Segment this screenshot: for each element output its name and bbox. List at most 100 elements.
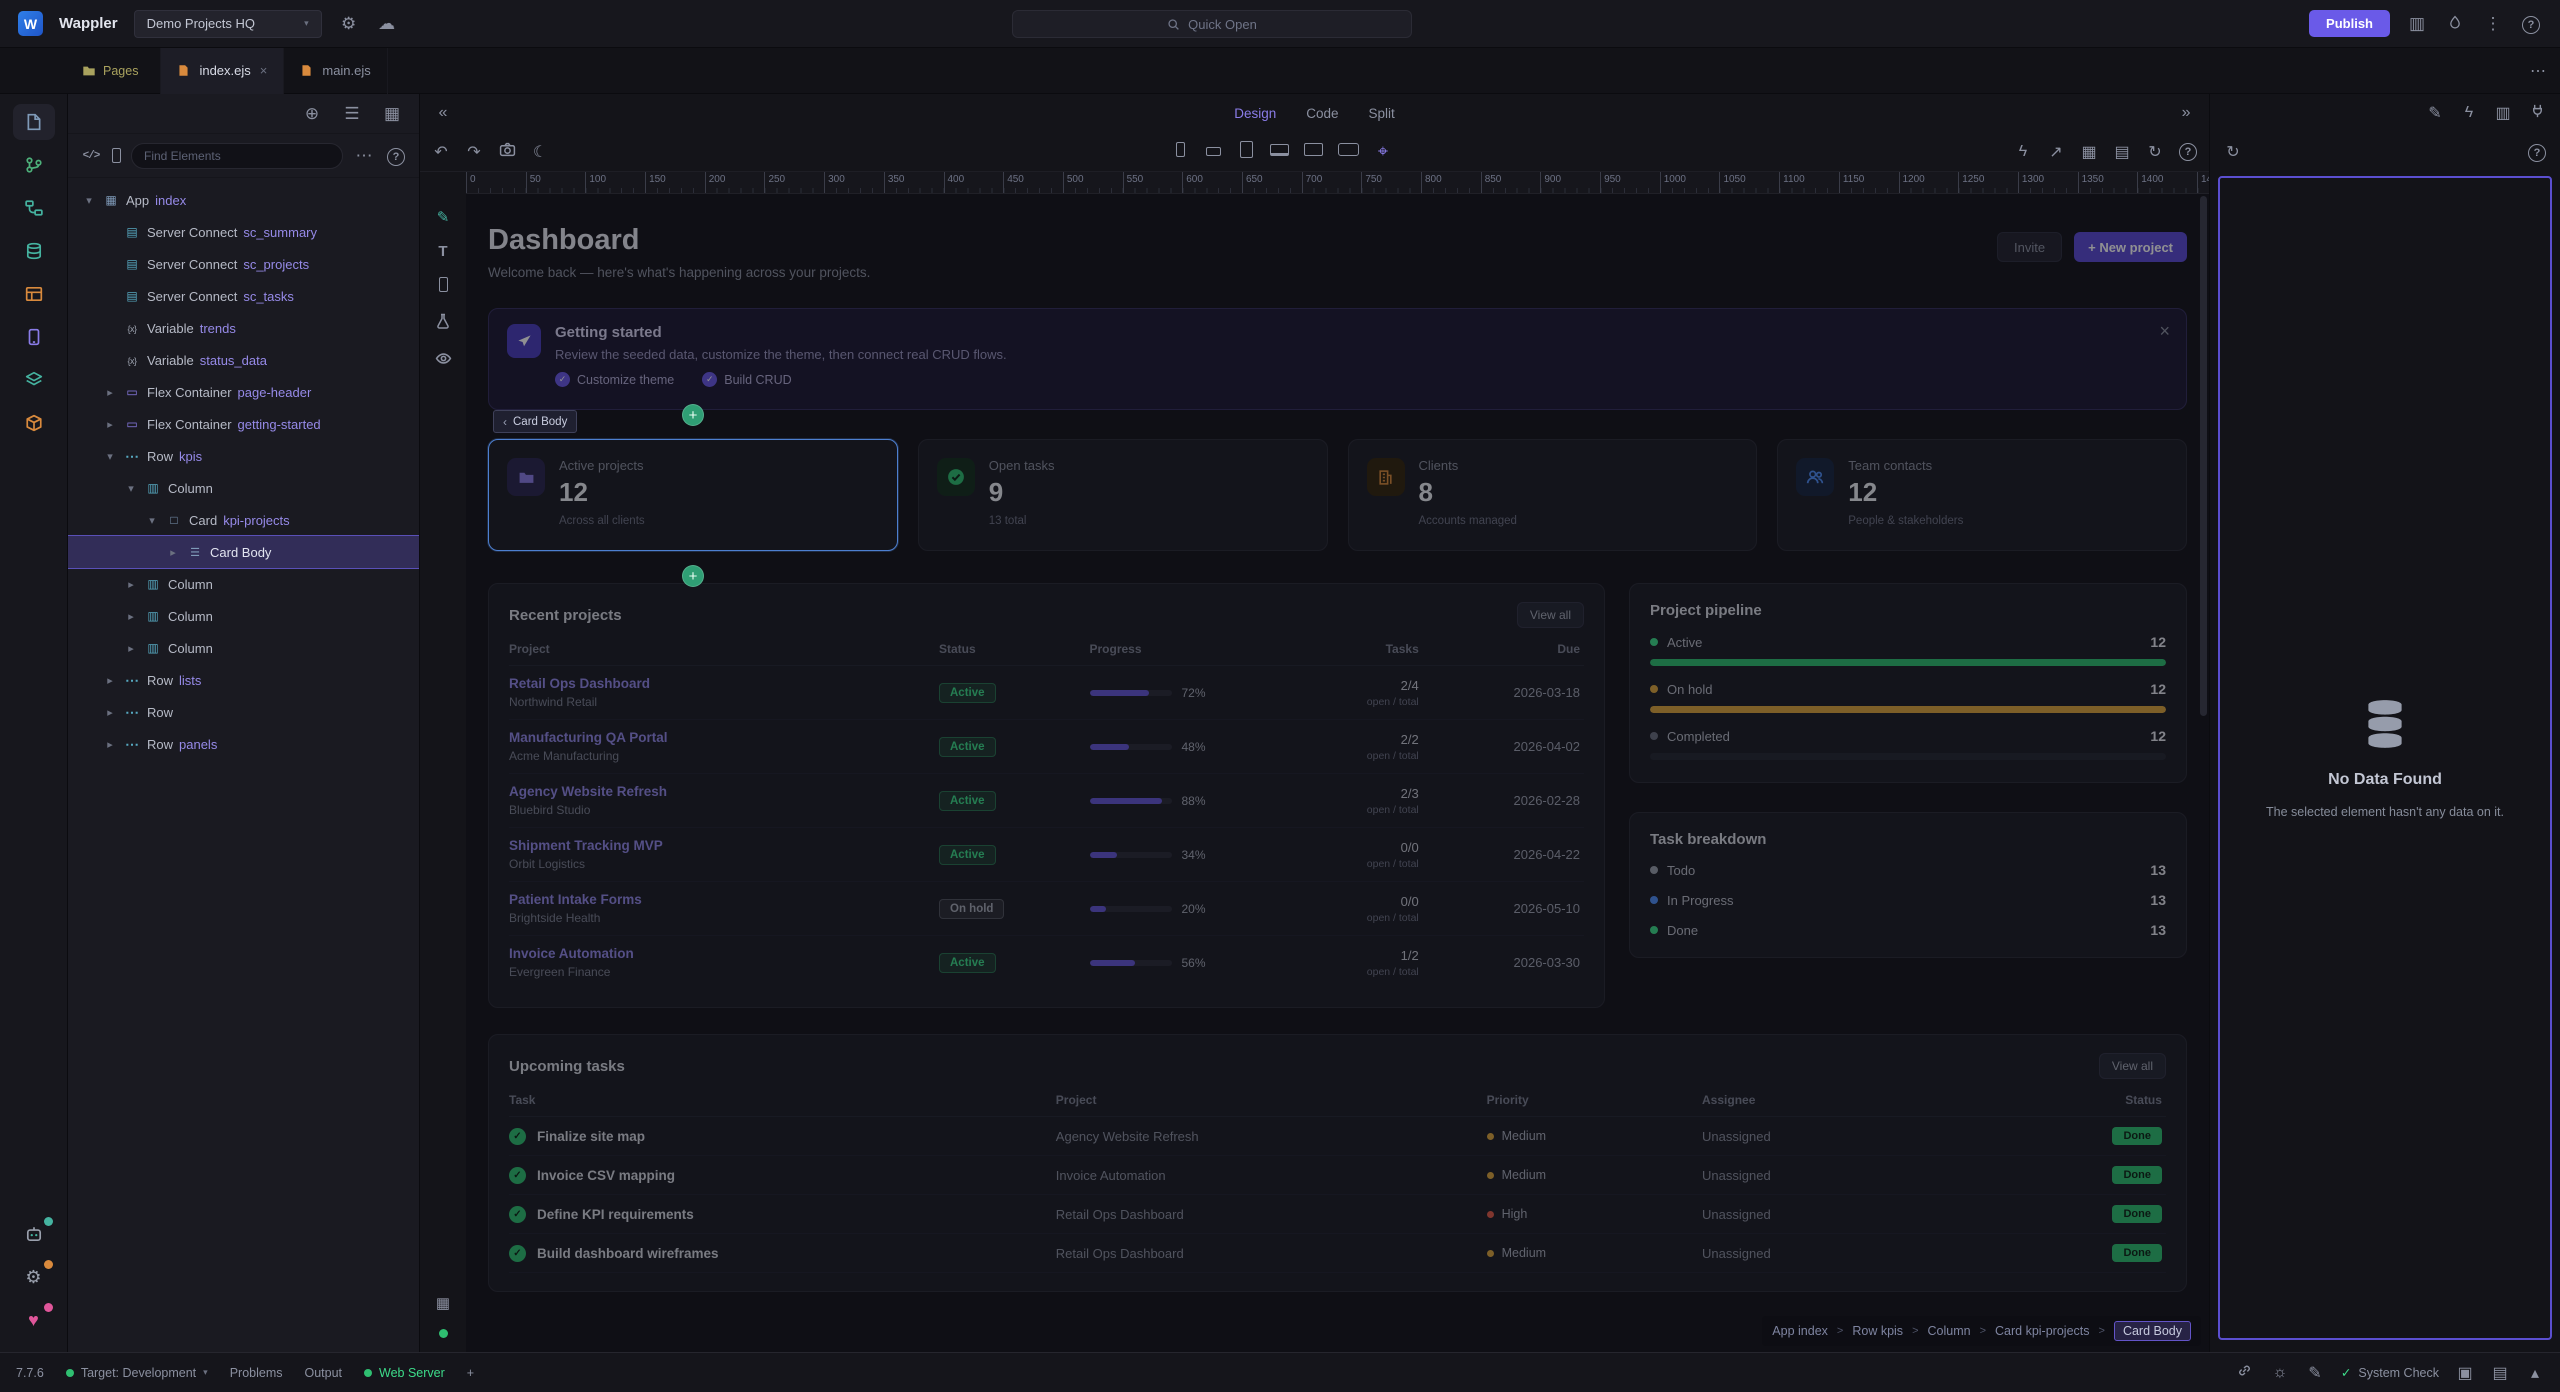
settings-icon[interactable]: ⚙	[338, 14, 360, 34]
docs-icon[interactable]: ▤	[2113, 142, 2131, 162]
edit-pencil-icon[interactable]: ✎	[437, 208, 450, 226]
help-icon[interactable]: ?	[2520, 13, 2542, 34]
plug-icon[interactable]	[2528, 103, 2546, 123]
table-row[interactable]: Shipment Tracking MVPOrbit Logistics Act…	[509, 828, 1584, 882]
kpi-card-team-contacts[interactable]: Team contacts 12 People & stakeholders	[1777, 439, 2187, 551]
tree-item-column[interactable]: ▸Column	[68, 600, 419, 632]
table-row[interactable]: Agency Website RefreshBluebird Studio Ac…	[509, 774, 1584, 828]
quick-open-search[interactable]: Quick Open	[1012, 10, 1412, 38]
table-row[interactable]: Patient Intake FormsBrightside Health On…	[509, 882, 1584, 936]
file-manager-icon[interactable]	[13, 104, 55, 140]
table-row[interactable]: ✓Define KPI requirements Retail Ops Dash…	[509, 1195, 2166, 1234]
tab-overflow-icon[interactable]: ⋯	[2530, 61, 2560, 81]
invite-button[interactable]: Invite	[1997, 232, 2062, 262]
code-icon[interactable]: </>	[80, 150, 102, 162]
new-project-button[interactable]: + New project	[2074, 232, 2187, 262]
chevron-right-icon[interactable]: ▸	[103, 738, 117, 751]
tree-item-row[interactable]: ▸Row	[68, 696, 419, 728]
publish-button[interactable]: Publish	[2309, 10, 2390, 37]
project-link[interactable]: Manufacturing QA Portal	[509, 730, 668, 745]
collapse-left-icon[interactable]: «	[434, 104, 452, 122]
database-icon[interactable]	[13, 233, 55, 269]
globe-icon[interactable]: ⊕	[301, 104, 323, 124]
undo-icon[interactable]: ↶	[432, 142, 450, 162]
link-icon[interactable]	[2236, 1363, 2254, 1383]
cloud-sync-icon[interactable]: ☁	[376, 14, 398, 34]
lamp-icon[interactable]: ☼	[2271, 1364, 2289, 1382]
breadcrumb-item[interactable]: Row kpis	[1852, 1324, 1903, 1338]
chevron-down-icon[interactable]: ▾	[82, 194, 96, 207]
tree-item-flex-container[interactable]: ▸Flex Containerpage-header	[68, 376, 419, 408]
eye-preview-icon[interactable]	[435, 350, 452, 371]
tree-item-row[interactable]: ▸Rowlists	[68, 664, 419, 696]
table-row[interactable]: Retail Ops DashboardNorthwind Retail Act…	[509, 666, 1584, 720]
project-selector[interactable]: Demo Projects HQ ▾	[134, 10, 322, 38]
chevron-right-icon[interactable]: ▸	[124, 642, 138, 655]
web-server-button[interactable]: Web Server	[364, 1366, 445, 1380]
tree-item-card[interactable]: ▾Cardkpi-projects	[68, 504, 419, 536]
close-icon[interactable]: ×	[260, 63, 268, 78]
help-icon[interactable]: ?	[2528, 143, 2546, 162]
close-icon[interactable]: ×	[2159, 321, 2170, 342]
chevron-down-icon[interactable]: ▾	[145, 514, 159, 527]
tab-code[interactable]: Code	[1306, 106, 1338, 121]
table-row[interactable]: Manufacturing QA PortalAcme Manufacturin…	[509, 720, 1584, 774]
kpi-card-clients[interactable]: Clients 8 Accounts managed	[1348, 439, 1758, 551]
table-row[interactable]: ✓Finalize site map Agency Website Refres…	[509, 1117, 2166, 1156]
workflow-icon[interactable]	[13, 190, 55, 226]
chevron-right-icon[interactable]: ▸	[103, 386, 117, 399]
tree-item-column[interactable]: ▾Column	[68, 472, 419, 504]
bolt-icon[interactable]: ϟ	[2460, 104, 2478, 122]
expand-right-icon[interactable]: »	[2177, 104, 2195, 122]
insert-before-button[interactable]: +	[682, 404, 704, 426]
tree-item-row[interactable]: ▾Rowkpis	[68, 440, 419, 472]
table-row[interactable]: Invoice AutomationEvergreen Finance Acti…	[509, 936, 1584, 989]
tree-item-card-body[interactable]: ▸Card Body	[68, 536, 419, 568]
device-tablet-icon[interactable]	[1237, 141, 1255, 163]
breadcrumb-item[interactable]: Card kpi-projects	[1995, 1324, 2089, 1338]
target-selector[interactable]: Target: Development▾	[66, 1366, 208, 1380]
layout-columns-icon[interactable]: ▥	[2406, 14, 2428, 34]
pages-chip[interactable]: Pages	[82, 64, 138, 78]
chevron-down-icon[interactable]: ▾	[103, 450, 117, 463]
tree-item-server-connect[interactable]: Server Connectsc_projects	[68, 248, 419, 280]
grid-view-icon[interactable]: ▦	[381, 104, 403, 124]
tree-item-row[interactable]: ▸Rowpanels	[68, 728, 419, 760]
breadcrumb-current[interactable]: Card Body	[2114, 1321, 2191, 1341]
device-phone-icon[interactable]	[112, 148, 121, 163]
project-link[interactable]: Invoice Automation	[509, 946, 634, 961]
breadcrumb-item[interactable]: Column	[1928, 1324, 1971, 1338]
view-all-button[interactable]: View all	[2099, 1053, 2166, 1079]
tab-index-ejs[interactable]: index.ejs ×	[160, 48, 284, 94]
panel-icon[interactable]: ▥	[2494, 103, 2512, 123]
device-laptop-icon[interactable]	[1270, 143, 1289, 161]
chevron-right-icon[interactable]: ▸	[166, 546, 180, 559]
settings-gear-icon[interactable]: ⚙	[13, 1259, 55, 1295]
project-link[interactable]: Agency Website Refresh	[509, 784, 667, 799]
refresh-icon[interactable]: ↻	[2146, 142, 2164, 162]
tab-split[interactable]: Split	[1369, 106, 1395, 121]
project-link[interactable]: Shipment Tracking MVP	[509, 838, 663, 853]
insert-after-button[interactable]: +	[682, 565, 704, 587]
chevron-right-icon[interactable]: ▸	[103, 674, 117, 687]
device-fluid-icon[interactable]	[1338, 143, 1359, 161]
package-box-icon[interactable]: ▣	[2456, 1363, 2474, 1383]
package-icon[interactable]	[13, 405, 55, 441]
find-elements-input[interactable]	[131, 143, 343, 169]
grid-toggle-icon[interactable]: ▦	[436, 1294, 450, 1312]
output-button[interactable]: Output	[304, 1366, 342, 1380]
breadcrumb-item[interactable]: App index	[1772, 1324, 1828, 1338]
git-icon[interactable]	[13, 147, 55, 183]
tree-item-server-connect[interactable]: Server Connectsc_summary	[68, 216, 419, 248]
device-phone-icon[interactable]	[439, 277, 448, 296]
table-row[interactable]: ✓Build dashboard wireframes Retail Ops D…	[509, 1234, 2166, 1273]
kpi-card-open-tasks[interactable]: Open tasks 9 13 total	[918, 439, 1328, 551]
device-desktop-icon[interactable]	[1304, 143, 1323, 161]
tree-item-app[interactable]: ▾Appindex	[68, 184, 419, 216]
refresh-icon[interactable]: ↻	[2224, 142, 2242, 162]
export-icon[interactable]: ↗	[2047, 142, 2065, 162]
tree-item-flex-container[interactable]: ▸Flex Containergetting-started	[68, 408, 419, 440]
list-view-icon[interactable]: ☰	[341, 104, 363, 124]
archive-icon[interactable]: ▤	[2491, 1363, 2509, 1383]
mobile-frame-icon[interactable]	[13, 319, 55, 355]
